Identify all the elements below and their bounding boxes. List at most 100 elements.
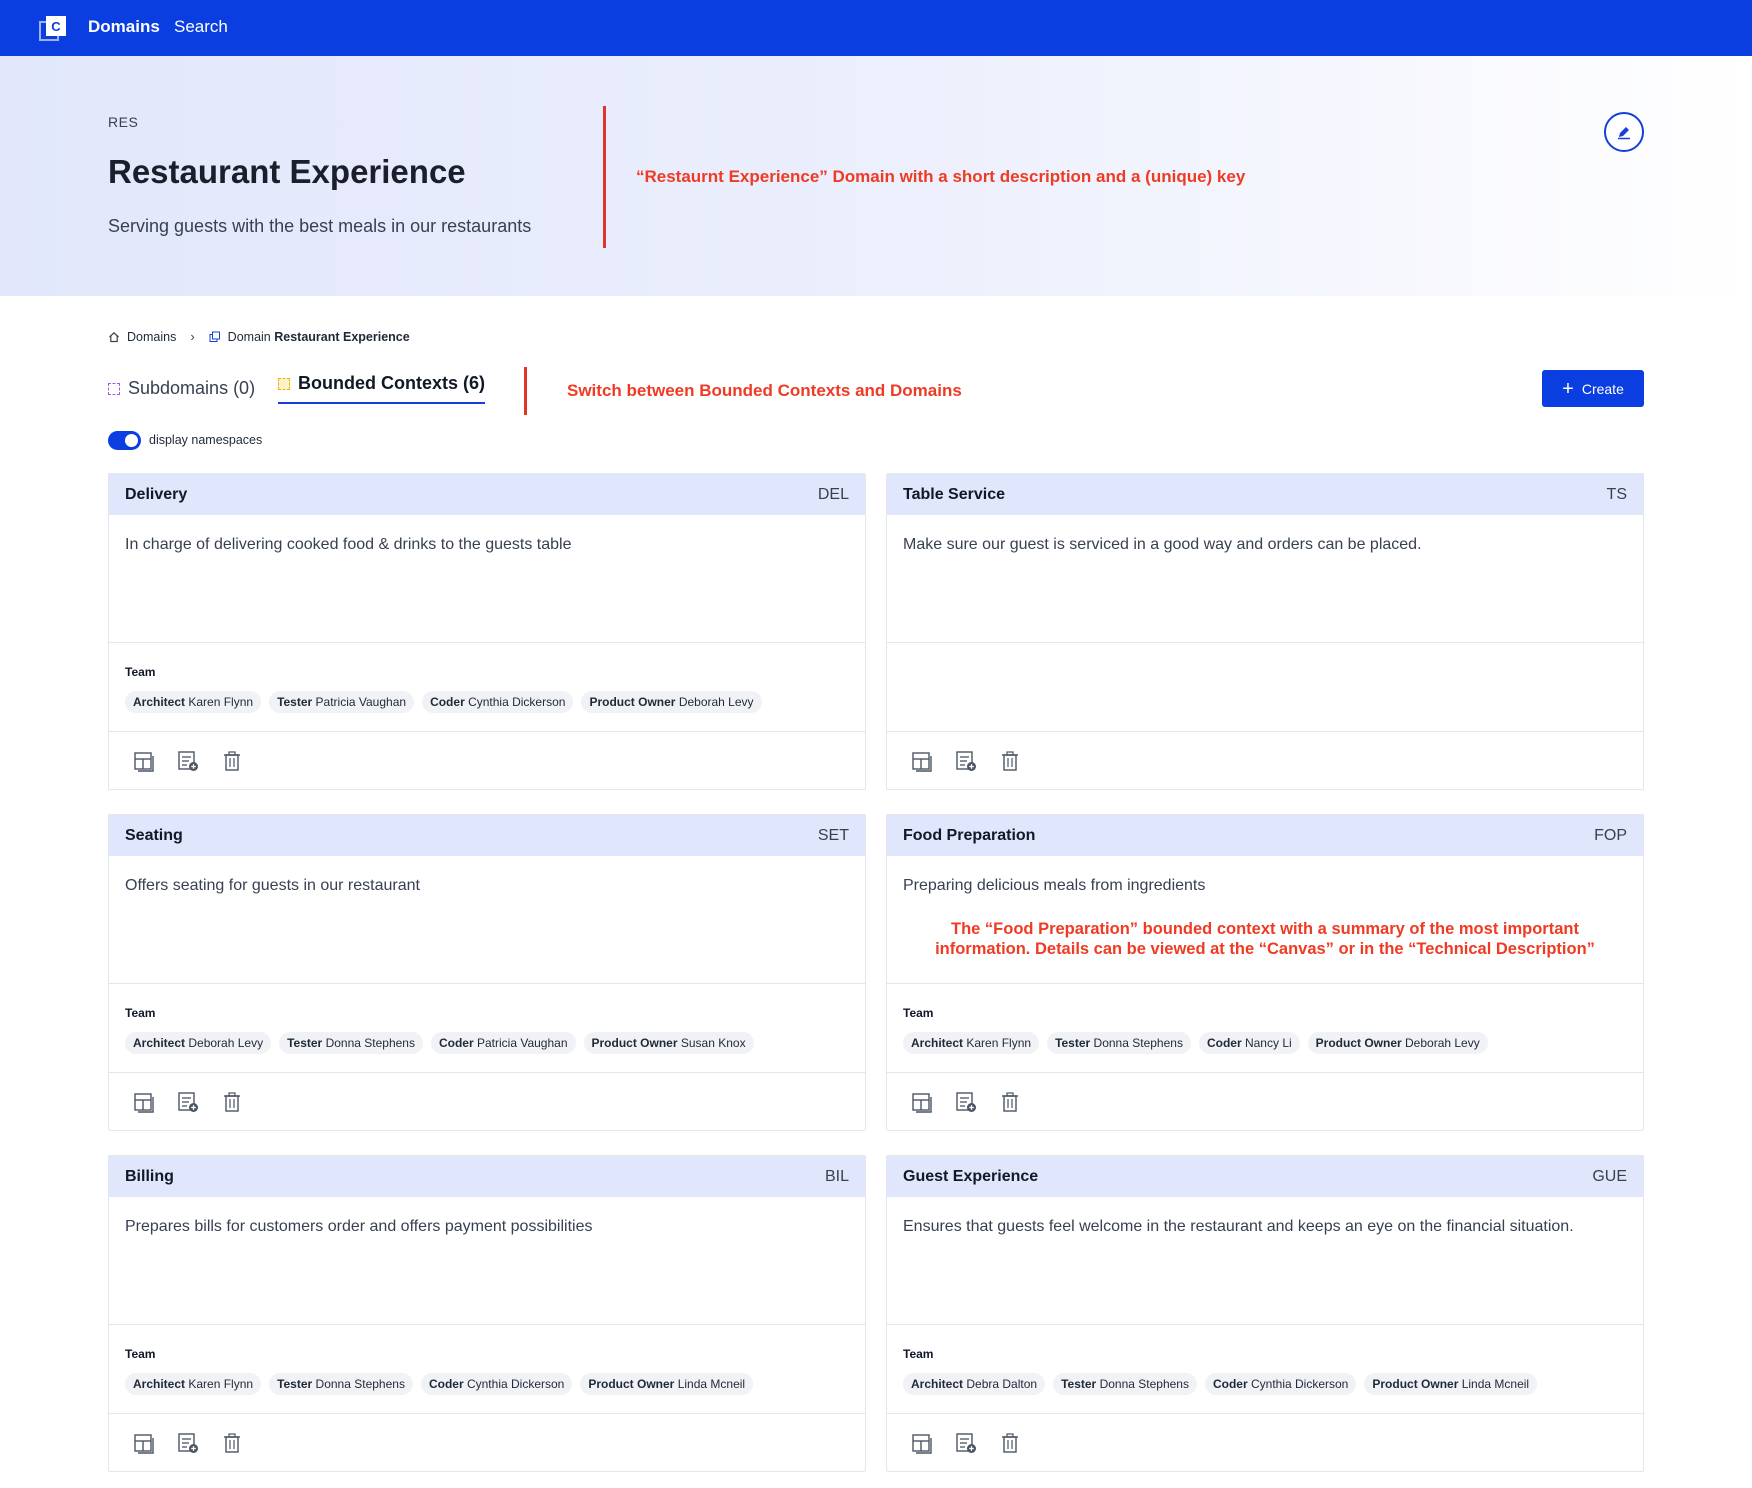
team-role: Architect: [911, 1377, 964, 1391]
card-header[interactable]: Billing BIL: [109, 1156, 865, 1197]
annotation-divider: [524, 367, 527, 415]
card-description: Offers seating for guests in our restaur…: [125, 877, 420, 894]
team-role: Product Owner: [591, 1036, 678, 1050]
card-description-section: Preparing delicious meals from ingredien…: [887, 856, 1643, 984]
card-title[interactable]: Table Service: [903, 486, 1005, 504]
bounded-context-card: Billing BIL Prepares bills for customers o…: [108, 1155, 866, 1472]
team-person: Cynthia Dickerson: [1250, 1377, 1349, 1391]
card-key: DEL: [817, 485, 849, 503]
team-member-chip: Coder Nancy Li: [1198, 1032, 1300, 1054]
tab-subdomains-label: Subdomains (0): [128, 378, 256, 398]
technical-description-icon[interactable]: [177, 1091, 199, 1113]
card-title[interactable]: Delivery: [125, 486, 187, 504]
card-description-section: Ensures that guests feel welcome in the …: [887, 1197, 1643, 1325]
nav-search-link[interactable]: Search: [174, 17, 228, 37]
breadcrumb: Domains › Domain Restaurant Experience: [108, 329, 410, 344]
delete-icon[interactable]: [221, 1432, 243, 1454]
team-role: Architect: [133, 695, 186, 709]
create-button[interactable]: + Create: [1542, 370, 1644, 407]
team-title: Team: [125, 1347, 156, 1361]
display-namespaces-toggle[interactable]: [108, 431, 141, 450]
card-description-section: Offers seating for guests in our restaur…: [109, 856, 865, 984]
canvas-icon[interactable]: [133, 1432, 155, 1454]
team-member-chip: Product Owner Susan Knox: [583, 1032, 754, 1054]
card-key: TS: [1606, 485, 1627, 503]
team-member-chip: Architect Deborah Levy: [125, 1032, 272, 1054]
delete-icon[interactable]: [999, 750, 1021, 772]
team-person: Nancy Li: [1244, 1036, 1292, 1050]
team-title: Team: [125, 1006, 156, 1020]
tab-subdomains[interactable]: Subdomains (0): [108, 378, 255, 399]
technical-description-icon[interactable]: [177, 1432, 199, 1454]
team-member-chip: Product Owner Linda Mcneil: [1364, 1373, 1538, 1395]
team-person: Linda Mcneil: [677, 1377, 746, 1391]
delete-icon[interactable]: [999, 1091, 1021, 1113]
team-role: Tester: [277, 695, 313, 709]
team-role: Tester: [277, 1377, 313, 1391]
canvas-icon[interactable]: [133, 750, 155, 772]
team-members: Architect Deborah Levy Tester Donna Steph…: [125, 1032, 849, 1054]
card-title[interactable]: Guest Experience: [903, 1168, 1038, 1186]
team-person: Deborah Levy: [1405, 1036, 1480, 1050]
delete-icon[interactable]: [221, 750, 243, 772]
card-title[interactable]: Billing: [125, 1168, 174, 1186]
bounded-context-icon: [278, 377, 290, 390]
domain-annotation: “Restaurnt Experience” Domain with a sho…: [636, 167, 1246, 186]
domain-key: RES: [108, 114, 139, 130]
team-person: Donna Stephens: [1093, 1036, 1183, 1050]
team-member-chip: Product Owner Deborah Levy: [581, 691, 762, 713]
tab-bounded-contexts[interactable]: Bounded Contexts (6): [278, 373, 485, 404]
technical-description-icon[interactable]: [955, 1432, 977, 1454]
canvas-icon[interactable]: [911, 1432, 933, 1454]
card-team-section: Team Architect Karen Flynn Tester Patricia…: [109, 643, 865, 732]
team-role: Coder: [1206, 1036, 1242, 1050]
card-header[interactable]: Table Service TS: [887, 474, 1643, 515]
delete-icon[interactable]: [221, 1091, 243, 1113]
team-person: Karen Flynn: [188, 695, 254, 709]
bounded-context-card: Seating SET Offers seating for guests in o…: [108, 814, 866, 1131]
delete-icon[interactable]: [999, 1432, 1021, 1454]
app-logo-icon[interactable]: C: [38, 14, 70, 42]
technical-description-icon[interactable]: [177, 750, 199, 772]
team-member-chip: Architect Debra Dalton: [903, 1373, 1046, 1395]
card-header[interactable]: Delivery DEL: [109, 474, 865, 515]
team-role: Tester: [1061, 1377, 1097, 1391]
card-header[interactable]: Seating SET: [109, 815, 865, 856]
edit-pencil-icon: [1618, 127, 1630, 140]
home-icon: [109, 331, 119, 342]
edit-domain-button[interactable]: [1604, 112, 1644, 152]
canvas-icon[interactable]: [911, 1091, 933, 1113]
top-navbar: C Domains Search: [0, 0, 1752, 56]
team-person: Karen Flynn: [966, 1036, 1032, 1050]
team-member-chip: Product Owner Deborah Levy: [1307, 1032, 1488, 1054]
breadcrumb-domains-link[interactable]: Domains: [127, 330, 176, 344]
card-description: Prepares bills for customers order and o…: [125, 1218, 593, 1235]
team-member-chip: Tester Donna Stephens: [269, 1373, 413, 1395]
domain-description: Serving guests with the best meals in ou…: [108, 216, 532, 236]
canvas-icon[interactable]: [911, 750, 933, 772]
subdomain-icon: [108, 382, 120, 395]
tab-bounded-contexts-label: Bounded Contexts (6): [298, 373, 485, 393]
card-team-section: Team Architect Karen Flynn Tester Donna St…: [109, 1325, 865, 1414]
card-title[interactable]: Food Preparation: [903, 827, 1035, 845]
card-title[interactable]: Seating: [125, 827, 183, 845]
team-role: Product Owner: [1372, 1377, 1459, 1391]
create-button-label: Create: [1581, 380, 1624, 397]
technical-description-icon[interactable]: [955, 1091, 977, 1113]
team-person: Susan Knox: [680, 1036, 746, 1050]
card-actions: [109, 1414, 865, 1471]
team-person: Karen Flynn: [188, 1377, 254, 1391]
svg-text:C: C: [51, 19, 61, 34]
card-header[interactable]: Food Preparation FOP: [887, 815, 1643, 856]
canvas-icon[interactable]: [133, 1091, 155, 1113]
team-member-chip: Coder Cynthia Dickerson: [422, 691, 574, 713]
team-role: Coder: [430, 695, 465, 709]
card-header[interactable]: Guest Experience GUE: [887, 1156, 1643, 1197]
card-actions: [109, 1073, 865, 1130]
team-role: Tester: [287, 1036, 323, 1050]
technical-description-icon[interactable]: [955, 750, 977, 772]
card-annotation-line: The “Food Preparation” bounded context w…: [951, 920, 1579, 938]
card-team-section: Team Architect Debra Dalton Tester Donna S…: [887, 1325, 1643, 1414]
card-key: BIL: [824, 1167, 849, 1185]
nav-domains-link[interactable]: Domains: [88, 17, 160, 37]
